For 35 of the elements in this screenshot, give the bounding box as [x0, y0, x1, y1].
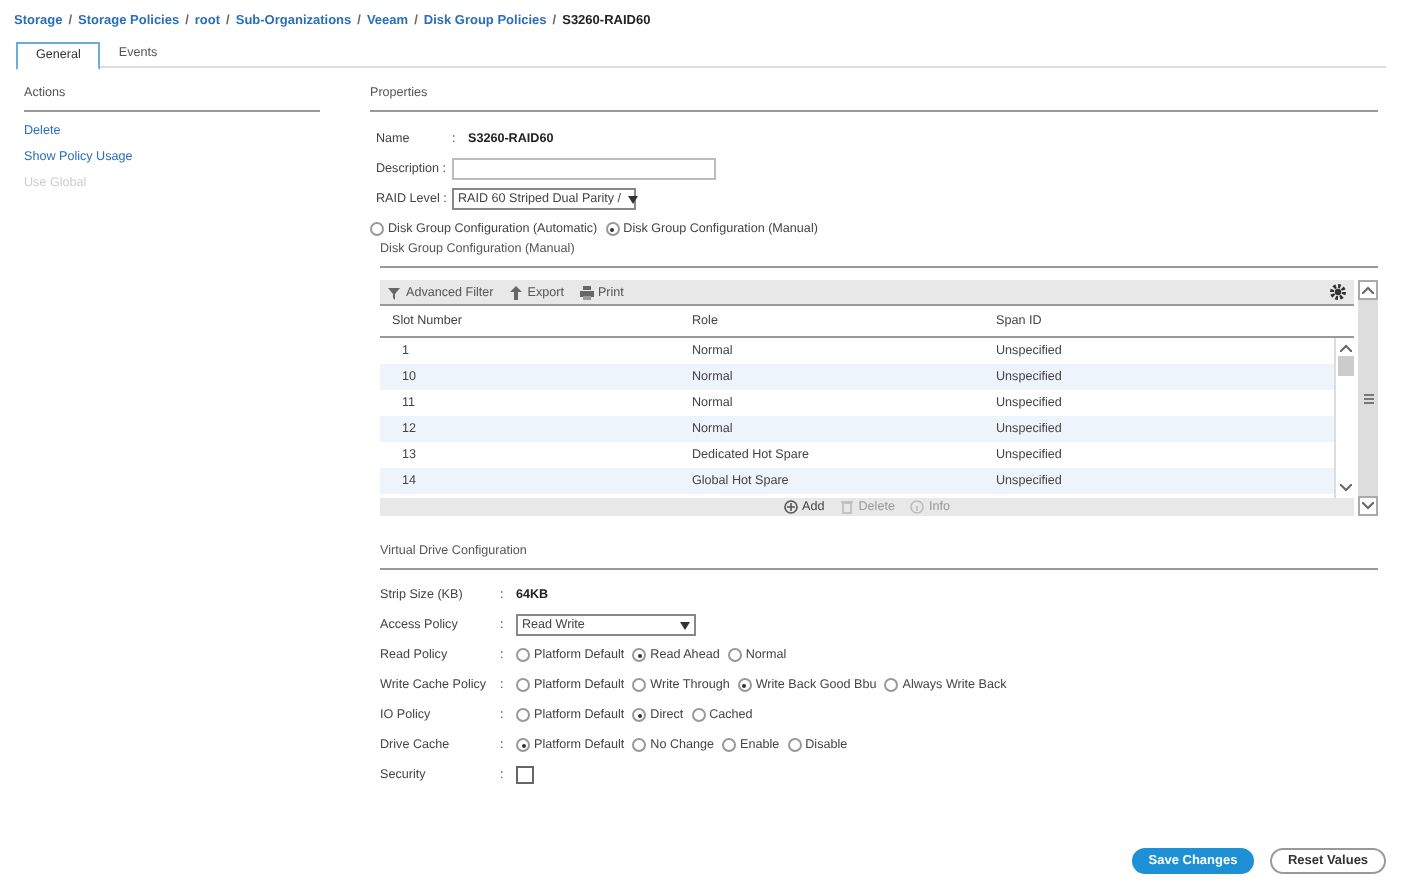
radio-button[interactable]: [605, 222, 620, 236]
description-field[interactable]: [452, 158, 716, 180]
radio-button[interactable]: [727, 648, 742, 662]
scrollbar[interactable]: [1358, 280, 1378, 516]
radio-button[interactable]: [516, 738, 530, 752]
scroll-up-icon: [1358, 280, 1378, 300]
scroll-up-icon: [1339, 344, 1351, 352]
scroll-down-icon: [1339, 484, 1351, 492]
radio-button[interactable]: [516, 708, 530, 722]
radio-button[interactable]: [370, 222, 384, 236]
info-icon: [910, 500, 925, 514]
radio-button[interactable]: [516, 648, 530, 662]
scrollbar[interactable]: [1334, 338, 1354, 498]
scroll-down-icon: [1358, 496, 1378, 516]
scroll-thumb[interactable]: [1337, 356, 1353, 376]
radio-button[interactable]: [691, 708, 706, 722]
delete-icon: [840, 500, 855, 514]
radio-button[interactable]: [737, 678, 752, 692]
caret-icon: [627, 195, 638, 203]
radio-button[interactable]: [884, 678, 899, 692]
radio-button[interactable]: [787, 738, 802, 752]
settings-icon: [1330, 284, 1346, 300]
checkbox[interactable]: [516, 766, 534, 784]
radio-button[interactable]: [632, 708, 647, 722]
add-icon: [784, 500, 799, 514]
grip-icon: [1363, 393, 1373, 403]
radio-button[interactable]: [632, 678, 647, 692]
radio-button[interactable]: [516, 678, 530, 692]
radio-button[interactable]: [632, 648, 647, 662]
radio-button[interactable]: [722, 738, 737, 752]
print-icon: [579, 285, 594, 299]
filter-icon: [388, 285, 402, 299]
radio-button[interactable]: [632, 738, 647, 752]
caret-icon: [680, 621, 690, 629]
export-icon: [509, 285, 524, 299]
